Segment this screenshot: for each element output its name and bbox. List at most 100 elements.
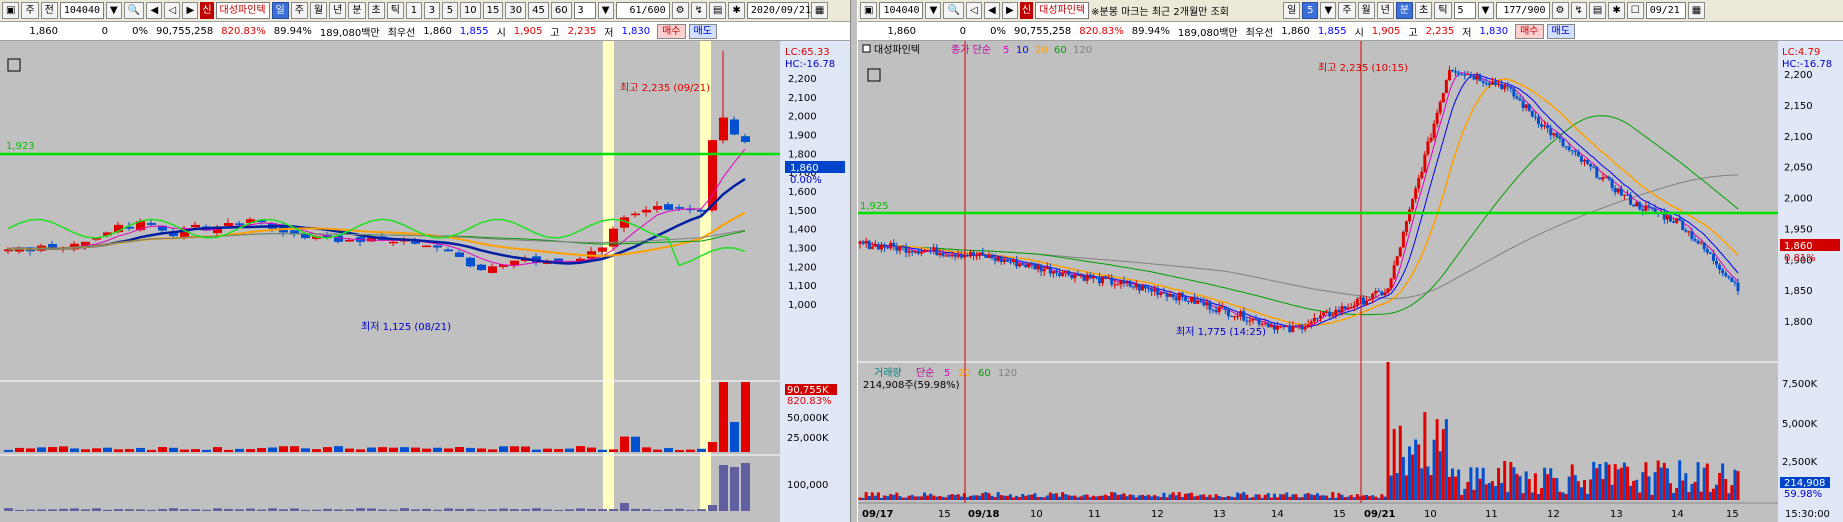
interval-60-button[interactable]: 60 (550, 2, 572, 19)
indicator-icon[interactable]: ↯ (690, 2, 707, 19)
stock-code-input[interactable]: 104040 (879, 2, 924, 19)
daily-candle-chart[interactable]: 2,2002,1002,0001,9001,8001,7001,6001,500… (0, 41, 850, 522)
period-second-button[interactable]: 초 (367, 2, 385, 19)
minute-candle-chart[interactable]: 대성파인텍 종가 단순 5 10 20 60 120 2,200 2,150 2,1… (858, 41, 1843, 522)
period-tick-button[interactable]: 틱 (386, 2, 404, 19)
interval-15-button[interactable]: 15 (482, 2, 504, 19)
gear-icon[interactable]: ✱ (1608, 2, 1625, 19)
search-icon[interactable]: 🔍 (943, 2, 964, 19)
interval-1-button[interactable]: 1 (405, 2, 422, 19)
next-stock-icon[interactable]: ▶ (1001, 2, 1018, 19)
candle-body (1368, 299, 1372, 301)
next-stock-icon[interactable]: ▶ (182, 2, 199, 19)
candle-body (1595, 166, 1599, 178)
period-dropdown-icon[interactable]: ▼ (1320, 2, 1337, 19)
period-year-button[interactable]: 년 (329, 2, 347, 19)
period-day-button[interactable]: 일 (271, 2, 289, 19)
candle-body (1229, 315, 1233, 317)
gear-icon[interactable]: ✱ (728, 2, 745, 19)
candle-body (1291, 325, 1295, 332)
period-day-button[interactable]: 일 (1283, 2, 1301, 19)
interval-5-button[interactable]: 5 (441, 2, 458, 19)
calendar-icon[interactable]: ▦ (810, 2, 829, 19)
max-price-label: 최고 2,235 (09/21) (620, 82, 710, 94)
period-year-button[interactable]: 년 (1376, 2, 1394, 19)
y-tick-label: 1,300 (788, 244, 817, 255)
period-week-button[interactable]: 주 (1338, 2, 1356, 19)
candle-body (1097, 276, 1101, 284)
volume-bar (279, 446, 288, 452)
volume-bar (1675, 488, 1679, 500)
volume-bar (1315, 493, 1319, 500)
buy-button[interactable]: 매수 (1515, 23, 1544, 39)
prev-stock-icon[interactable]: ◀ (146, 2, 163, 19)
candle-body (1343, 306, 1347, 310)
nav-week-button[interactable]: 주 (21, 2, 39, 19)
y-tick-label: 2,150 (1784, 101, 1813, 112)
calendar-icon[interactable]: ▦ (1687, 2, 1706, 19)
period-week-button[interactable]: 주 (290, 2, 308, 19)
code-dropdown-icon[interactable]: ▼ (105, 2, 122, 19)
nav-prev-button[interactable]: 전 (40, 2, 58, 19)
interval-10-button[interactable]: 10 (459, 2, 481, 19)
checkbox-icon[interactable]: ☐ (1626, 2, 1644, 19)
period-tick-button[interactable]: 틱 (1434, 2, 1452, 19)
interval-45-button[interactable]: 45 (528, 2, 549, 19)
x-axis-label: 14 (1671, 509, 1684, 520)
sell-button[interactable]: 매도 (1546, 23, 1575, 39)
volume-bar (1727, 493, 1731, 500)
date-input[interactable]: 2020/09/21 (746, 2, 811, 19)
interval-30-button[interactable]: 30 (505, 2, 527, 19)
candle-body (1484, 82, 1488, 84)
period-num-select[interactable]: 5 (1302, 2, 1319, 19)
period-minute-button[interactable]: 분 (348, 2, 366, 19)
volume-bar (1530, 492, 1534, 500)
panel-divider[interactable] (850, 0, 858, 522)
save-icon[interactable]: ▤ (1588, 2, 1607, 19)
buy-button[interactable]: 매수 (657, 23, 686, 39)
current-pct-value: 0.00% (790, 175, 822, 186)
count-input[interactable]: 61/600 (615, 2, 670, 19)
sub-indicator-bar (37, 509, 46, 511)
period-second-button[interactable]: 초 (1415, 2, 1433, 19)
volume-bar (1190, 492, 1194, 500)
interval-3-button[interactable]: 3 (423, 2, 440, 19)
interval-dropdown-icon[interactable]: ▼ (597, 2, 614, 19)
volume-badge-value: 214,908 (1784, 478, 1825, 489)
date-input[interactable]: 09/21 (1645, 2, 1686, 19)
sub-indicator-bar (389, 509, 398, 511)
search-icon[interactable]: 🔍 (123, 2, 145, 19)
sound-icon[interactable]: ◁ (965, 2, 982, 19)
turnover-value: 89.94% (1131, 25, 1170, 37)
period-month-button[interactable]: 월 (1357, 2, 1375, 19)
volume-bar (1107, 496, 1111, 500)
interval-select[interactable]: 3 (573, 2, 596, 19)
candle-body (1180, 292, 1184, 297)
interval-dropdown-icon[interactable]: ▼ (1477, 2, 1494, 19)
candle-body (1675, 218, 1679, 223)
save-icon[interactable]: ▤ (708, 2, 727, 19)
window-menu-icon[interactable]: ▣ (2, 2, 20, 19)
period-month-button[interactable]: 월 (309, 2, 328, 19)
period-minute-button[interactable]: 분 (1395, 2, 1414, 19)
interval-select[interactable]: 5 (1453, 2, 1476, 19)
stock-code-input[interactable]: 104040 (59, 2, 104, 19)
volume-bar (969, 495, 973, 500)
code-dropdown-icon[interactable]: ▼ (925, 2, 942, 19)
candle-body (1122, 280, 1126, 283)
window-menu-icon[interactable]: ▣ (860, 2, 878, 19)
count-input[interactable]: 177/900 (1495, 2, 1550, 19)
candle-body (1048, 266, 1052, 274)
prev-stock-icon[interactable]: ◀ (983, 2, 1000, 19)
indicator-icon[interactable]: ↯ (1570, 2, 1587, 19)
volume-bar (1067, 495, 1071, 500)
chart-settings-icon[interactable]: ⚙ (1551, 2, 1569, 19)
legend-toggle-icon[interactable] (862, 44, 871, 53)
candle-body (1153, 289, 1157, 292)
volume-bar (1684, 473, 1688, 500)
sell-button[interactable]: 매도 (688, 23, 717, 39)
candle-body (1349, 307, 1353, 309)
chart-settings-icon[interactable]: ⚙ (671, 2, 689, 19)
volume-bar (213, 447, 222, 452)
sound-icon[interactable]: ◁ (164, 2, 181, 19)
